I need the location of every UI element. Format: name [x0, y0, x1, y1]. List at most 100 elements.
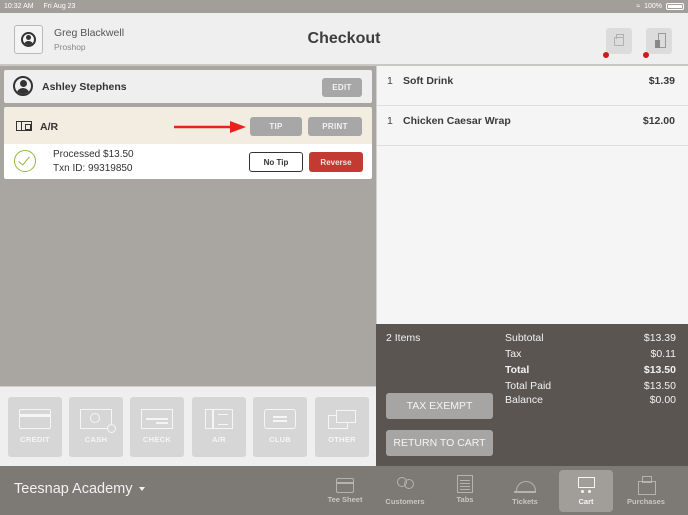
- tender-club-button[interactable]: CLUB: [253, 397, 307, 457]
- total-paid-row: Total Paid $13.50: [505, 380, 676, 392]
- nav-label: Purchases: [627, 497, 665, 506]
- item-price: $1.39: [648, 75, 675, 87]
- nav-label: Cart: [578, 497, 594, 506]
- tender-label: A/R: [212, 435, 226, 444]
- return-to-cart-button[interactable]: RETURN TO CART: [386, 430, 493, 456]
- credit-card-icon: [19, 409, 51, 429]
- ar-icon: [205, 409, 233, 429]
- register-icon: [635, 475, 657, 495]
- edit-customer-button[interactable]: EDIT: [322, 78, 362, 97]
- tender-check-button[interactable]: CHECK: [130, 397, 184, 457]
- calendar-icon: [336, 478, 354, 493]
- item-name: Chicken Caesar Wrap: [403, 115, 511, 127]
- battery-icon: [666, 3, 684, 10]
- transaction-id: Txn ID: 99319850: [53, 163, 133, 174]
- item-count: 2 Items: [386, 332, 421, 344]
- tax-exempt-button[interactable]: TAX EXEMPT: [386, 393, 493, 419]
- wifi-icon: ≈: [636, 3, 641, 10]
- summary-label: Balance: [505, 394, 543, 406]
- status-date: Fri Aug 23: [43, 3, 76, 10]
- item-quantity: 1: [387, 75, 393, 87]
- organization-selector[interactable]: Teesnap Academy: [14, 481, 145, 497]
- cart-items-list: 1 Soft Drink $1.39 1 Chicken Caesar Wrap…: [376, 66, 688, 324]
- customers-icon: [394, 475, 416, 495]
- item-price: $12.00: [642, 115, 675, 127]
- tender-bar: CREDIT CASH CHECK A/R CLUB OTHER: [0, 386, 376, 466]
- ar-account-icon: [16, 121, 32, 131]
- cash-drawer-button[interactable]: [643, 28, 672, 58]
- nav-label: Tabs: [456, 495, 474, 504]
- cart-line-item[interactable]: 1 Soft Drink $1.39: [377, 66, 688, 106]
- nav-label: Tee Sheet: [327, 495, 363, 504]
- print-button[interactable]: PRINT: [308, 117, 362, 136]
- customer-name: Ashley Stephens: [42, 81, 127, 93]
- status-bar: 10:32 AM Fri Aug 23 ≈ 100%: [0, 0, 688, 13]
- summary-value: $13.39: [643, 332, 676, 344]
- total-row: Total $13.50: [505, 364, 676, 376]
- cart-icon: [575, 475, 597, 495]
- summary-label: Tax: [505, 348, 522, 360]
- header: Greg Blackwell Proshop Checkout: [0, 13, 688, 66]
- tax-row: Tax $0.11: [505, 348, 676, 360]
- chevron-down-icon: [138, 487, 145, 491]
- summary-label: Total Paid: [505, 380, 552, 392]
- tender-label: CREDIT: [20, 435, 50, 444]
- balance-row: Balance $0.00: [505, 394, 676, 406]
- organization-name: Teesnap Academy: [14, 481, 133, 497]
- drawer-alert-dot: [643, 52, 649, 58]
- other-icon: [326, 409, 358, 429]
- tender-label: CLUB: [268, 435, 292, 444]
- reverse-button[interactable]: Reverse: [309, 152, 363, 172]
- tender-other-button[interactable]: OTHER: [315, 397, 369, 457]
- payment-card: A/R TIP PRINT Processed $13.50 Txn ID: 9…: [4, 107, 372, 179]
- processed-amount: Processed $13.50: [53, 149, 134, 160]
- subtotal-row: Subtotal $13.39: [505, 332, 676, 344]
- no-tip-button[interactable]: No Tip: [249, 152, 303, 172]
- summary-value: $13.50: [643, 380, 676, 392]
- summary-label: Total: [505, 364, 530, 376]
- nav-tee-sheet[interactable]: Tee Sheet: [318, 470, 372, 512]
- payment-header: A/R TIP PRINT: [4, 107, 372, 144]
- club-icon: [264, 409, 296, 429]
- summary-value: $0.11: [650, 348, 677, 360]
- tabs-icon: [457, 475, 473, 493]
- tender-label: CASH: [84, 435, 108, 444]
- summary-value: $0.00: [649, 394, 676, 406]
- nav-label: Customers: [385, 497, 425, 506]
- battery-percent: 100%: [644, 3, 662, 10]
- status-time: 10:32 AM: [4, 3, 34, 10]
- payment-method-label: A/R: [40, 121, 59, 133]
- printer-alert-dot: [603, 52, 609, 58]
- check-icon: [141, 409, 173, 429]
- summary-label: Subtotal: [505, 332, 544, 344]
- payment-details: Processed $13.50 Txn ID: 99319850 No Tip…: [4, 144, 372, 179]
- customer-avatar-icon: [13, 76, 33, 96]
- nav-customers[interactable]: Customers: [378, 470, 432, 512]
- item-quantity: 1: [387, 115, 393, 127]
- success-check-icon: [14, 150, 36, 172]
- item-name: Soft Drink: [403, 75, 454, 87]
- nav-purchases[interactable]: Purchases: [619, 470, 673, 512]
- printer-button[interactable]: [603, 28, 632, 58]
- cash-icon: [80, 409, 116, 433]
- nav-label: Tickets: [512, 497, 538, 506]
- annotation-arrow-icon: [174, 121, 246, 133]
- page-title: Checkout: [307, 30, 381, 47]
- tip-button[interactable]: TIP: [250, 117, 302, 136]
- payment-panel: Ashley Stephens EDIT A/R TIP PRINT Proce…: [0, 66, 376, 466]
- bottom-nav: Teesnap Academy Tee Sheet Customers Tabs…: [0, 466, 688, 515]
- tender-ar-button[interactable]: A/R: [192, 397, 246, 457]
- printer-icon: [614, 33, 624, 46]
- tender-cash-button[interactable]: CASH: [69, 397, 123, 457]
- order-summary: 2 Items Subtotal $13.39 Tax $0.11 Total …: [376, 324, 688, 466]
- tender-credit-button[interactable]: CREDIT: [8, 397, 62, 457]
- tender-label: CHECK: [142, 435, 172, 444]
- nav-tabs[interactable]: Tabs: [438, 470, 492, 512]
- tickets-icon: [514, 475, 536, 495]
- nav-tickets[interactable]: Tickets: [498, 470, 552, 512]
- tender-label: OTHER: [328, 435, 356, 444]
- cart-line-item[interactable]: 1 Chicken Caesar Wrap $12.00: [377, 106, 688, 146]
- cash-drawer-icon: [654, 33, 666, 49]
- nav-cart[interactable]: Cart: [559, 470, 613, 512]
- summary-value: $13.50: [643, 364, 676, 376]
